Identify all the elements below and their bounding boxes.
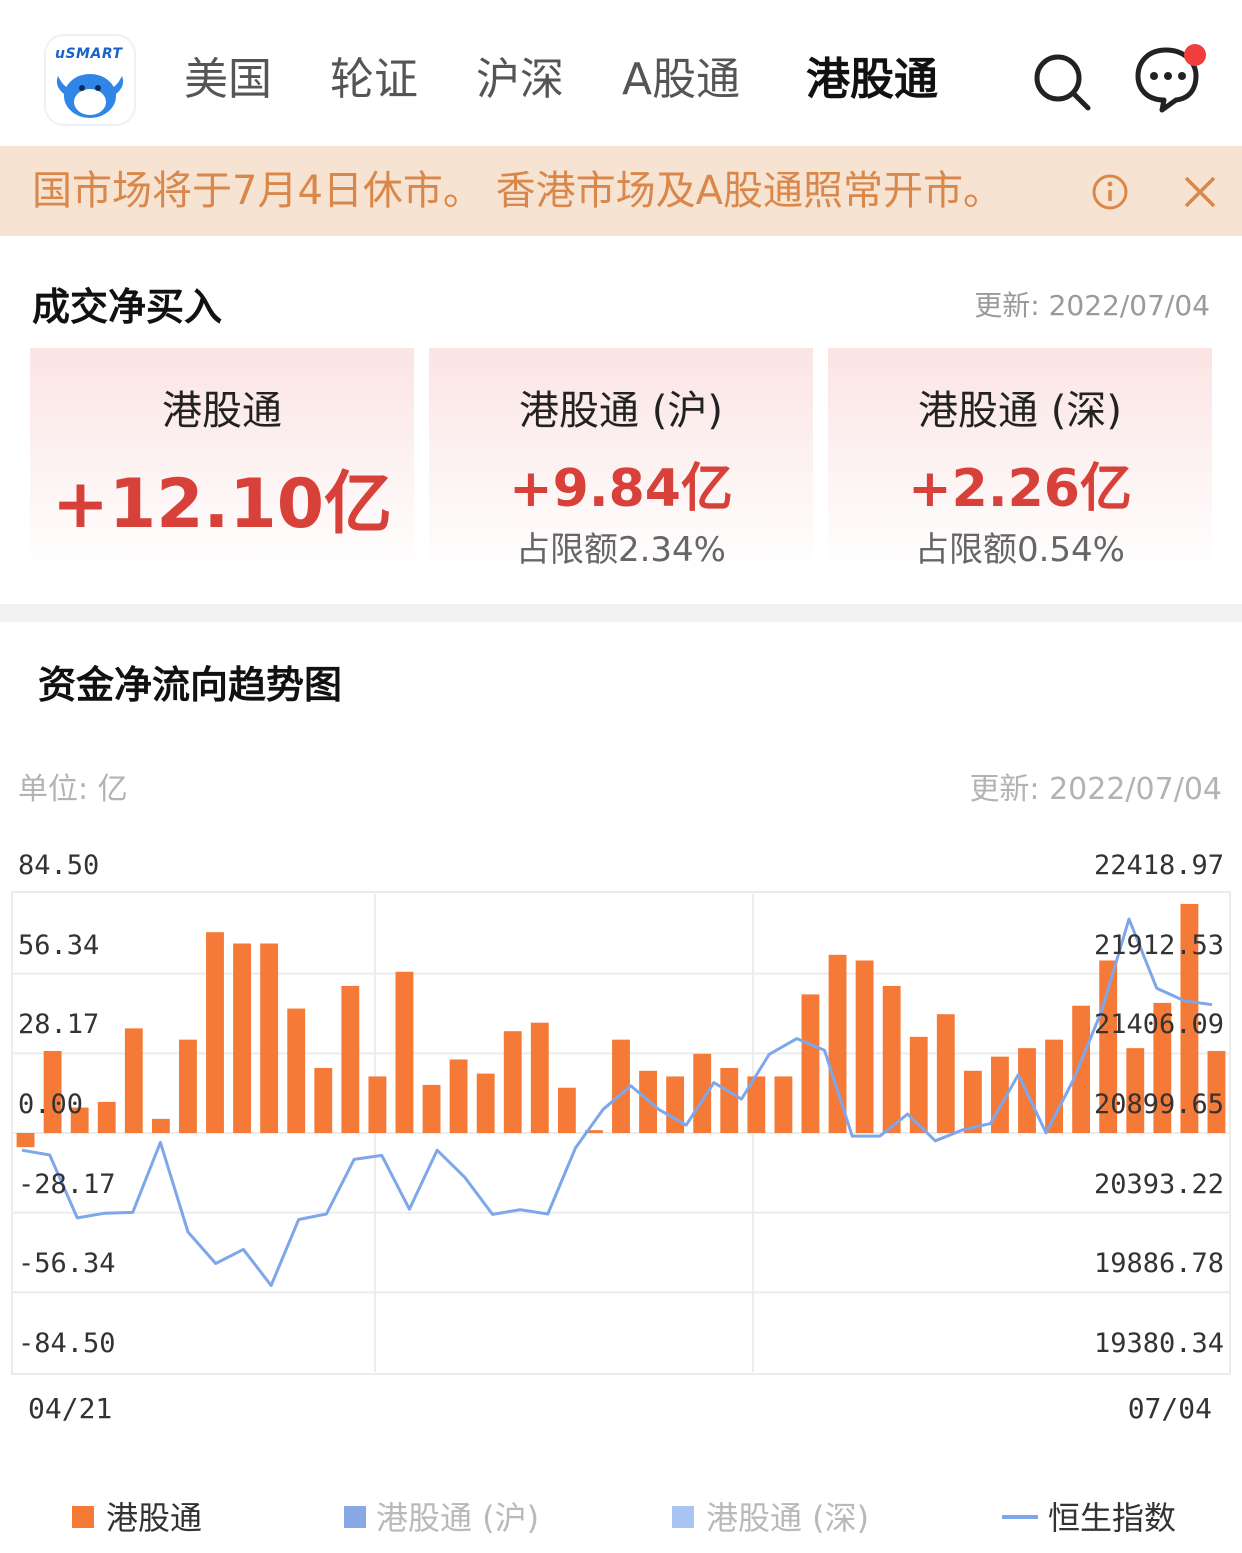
tab-hk-connect[interactable]: 港股通 — [806, 48, 938, 112]
tab-warrants[interactable]: 轮证 — [330, 48, 418, 112]
bar-hk-connect — [855, 960, 874, 1133]
bar-hk-connect — [260, 943, 279, 1133]
bar-hk-connect — [963, 1070, 982, 1133]
card-title: 港股通 — [162, 388, 282, 434]
legend-hk-connect-sh[interactable]: 港股通 (沪) — [344, 1496, 564, 1540]
bar-hk-connect — [1072, 1005, 1091, 1133]
card-net-buy-value: +12.10亿 — [51, 465, 393, 544]
bar-hk-connect — [936, 1014, 955, 1133]
app-logo[interactable]: uSMART — [46, 36, 134, 124]
notification-dot — [1184, 44, 1206, 66]
right-axis-tick-label: 22418.97 — [1093, 850, 1224, 881]
messages-button[interactable] — [1134, 42, 1214, 114]
bar-hk-connect — [16, 1133, 35, 1148]
card-net-buy-value: +2.26亿 — [908, 459, 1132, 519]
legend-hang-seng-index[interactable]: 恒生指数 — [1002, 1496, 1202, 1540]
left-axis-tick-label: -56.34 — [18, 1248, 116, 1280]
legend-label: 港股通 (沪) — [376, 1499, 540, 1537]
bar-hk-connect — [801, 994, 820, 1133]
trend-title: 资金净流向趋势图 — [38, 663, 343, 707]
legend-label: 港股通 — [106, 1499, 203, 1537]
legend-hk-connect-sz[interactable]: 港股通 (深) — [672, 1496, 892, 1540]
bar-hk-connect — [395, 971, 414, 1133]
right-axis-tick-label: 20393.22 — [1093, 1168, 1224, 1200]
bar-hk-connect — [449, 1059, 468, 1133]
left-axis-tick-label: 84.50 — [18, 850, 100, 881]
left-axis-tick-label: 56.34 — [18, 929, 100, 961]
info-icon — [1092, 174, 1128, 210]
legend-swatch — [672, 1506, 694, 1528]
left-axis-tick-label: -84.50 — [18, 1328, 116, 1359]
bar-hk-connect — [557, 1087, 576, 1133]
bar-hk-connect — [530, 1022, 549, 1133]
chart-unit: 单位: 亿 — [18, 772, 128, 807]
tab-a-share-connect[interactable]: A股通 — [622, 48, 740, 112]
card-quota-ratio: 占限额0.54% — [914, 530, 1125, 570]
close-icon — [1184, 176, 1216, 208]
left-axis-tick-label: 0.00 — [18, 1089, 84, 1120]
legend-hk-connect[interactable]: 港股通 — [72, 1496, 252, 1540]
net-buy-title: 成交净买入 — [32, 285, 223, 329]
bar-hk-connect — [882, 985, 901, 1133]
bar-hk-connect — [341, 985, 360, 1133]
bar-hk-connect — [151, 1118, 170, 1133]
market-holiday-banner: 国市场将于7月4日休市。 香港市场及A股通照常开市。 — [0, 146, 1242, 236]
bar-hk-connect — [97, 1101, 116, 1133]
bar-hk-connect — [233, 943, 251, 1133]
left-axis-tick-label: -28.17 — [18, 1168, 116, 1200]
right-axis-tick-label: 21912.53 — [1093, 929, 1224, 961]
legend-label: 港股通 (深) — [706, 1499, 870, 1537]
tab-us[interactable]: 美国 — [184, 48, 272, 112]
card-hk-connect-sh[interactable]: 港股通 (沪) +9.84亿 占限额2.34% — [429, 348, 813, 576]
right-axis-tick-label: 19886.78 — [1093, 1248, 1224, 1280]
legend-line — [1002, 1515, 1038, 1519]
left-axis-tick-label: 28.17 — [18, 1009, 100, 1041]
banner-text: 国市场将于7月4日休市。 香港市场及A股通照常开市。 — [32, 168, 1003, 214]
card-hk-connect[interactable]: 港股通 +12.10亿 — [30, 348, 414, 576]
right-axis-tick-label: 21406.09 — [1093, 1009, 1224, 1041]
dolphin-mascot-icon — [56, 74, 124, 118]
bar-hk-connect — [287, 1008, 306, 1133]
info-button[interactable] — [1090, 172, 1130, 212]
tab-shanghai-shenzhen[interactable]: 沪深 — [476, 48, 564, 112]
legend-swatch — [72, 1506, 94, 1528]
card-title: 港股通 (深) — [918, 388, 1122, 434]
chart-update-time: 更新: 2022/07/04 — [969, 772, 1222, 807]
bar-hk-connect — [179, 1039, 197, 1133]
bar-hk-connect — [612, 1039, 630, 1133]
right-axis-tick-label: 19380.34 — [1093, 1328, 1224, 1359]
search-icon — [1034, 54, 1091, 111]
bar-hk-connect — [503, 1031, 522, 1133]
bar-hk-connect — [774, 1076, 793, 1133]
legend-swatch — [344, 1506, 366, 1528]
card-quota-ratio: 占限额2.34% — [515, 530, 726, 570]
card-hk-connect-sz[interactable]: 港股通 (深) +2.26亿 占限额0.54% — [828, 348, 1212, 576]
search-button[interactable] — [1030, 50, 1094, 114]
x-axis-end-label: 07/04 — [1127, 1392, 1212, 1425]
net-buy-update-time: 更新: 2022/07/04 — [974, 289, 1210, 322]
bar-hk-connect — [368, 1076, 387, 1133]
legend-label: 恒生指数 — [1048, 1499, 1177, 1537]
top-bar: uSMART 美国 轮证 沪深 A股通 港股通 — [0, 0, 1242, 146]
card-title: 港股通 (沪) — [519, 388, 723, 434]
section-divider — [0, 604, 1242, 622]
bar-hk-connect — [476, 1073, 495, 1133]
x-axis-start-label: 04/21 — [28, 1392, 113, 1425]
chart-canvas — [11, 891, 1231, 1375]
bar-hk-connect — [206, 932, 224, 1133]
bar-hk-connect — [314, 1067, 333, 1133]
bar-hk-connect — [422, 1084, 441, 1133]
card-net-buy-value: +9.84亿 — [509, 459, 733, 519]
bar-hk-connect — [720, 1067, 739, 1133]
right-axis-tick-label: 20899.65 — [1093, 1089, 1224, 1120]
bar-hk-connect — [666, 1076, 685, 1133]
net-flow-chart[interactable] — [0, 830, 1242, 1430]
banner-close-button[interactable] — [1182, 174, 1218, 210]
bar-hk-connect — [124, 1028, 143, 1133]
